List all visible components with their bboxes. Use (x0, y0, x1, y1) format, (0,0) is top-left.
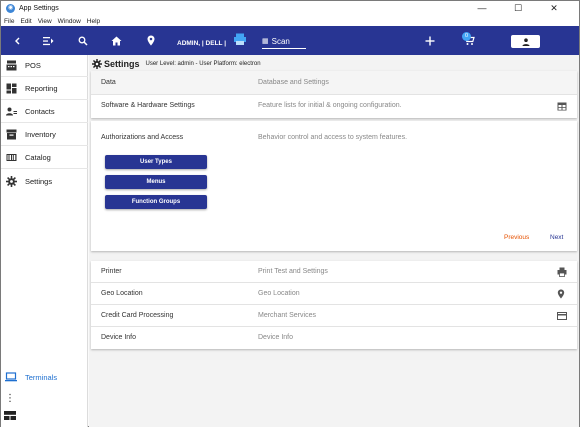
credit-card-desc: Merchant Services (258, 312, 316, 319)
app-icon: ◉ (6, 4, 15, 13)
cart-button[interactable] (457, 26, 481, 55)
user-platform-info: User Level: admin - User Platform: elect… (145, 61, 261, 67)
catalog-icon (5, 152, 17, 164)
settings-top-card: Data Database and Settings Software & Ha… (91, 71, 577, 118)
scan-field[interactable]: ▦ (262, 34, 306, 49)
software-hardware-row[interactable]: Software & Hardware Settings Feature lis… (91, 95, 577, 118)
barcode-icon: ▦ (262, 38, 269, 45)
next-button[interactable]: Next (550, 234, 563, 241)
sidebar-item-label: Contacts (25, 107, 55, 116)
sidebar-item-label: Catalog (25, 153, 51, 162)
printer-desc: Print Test and Settings (258, 268, 328, 275)
home-button[interactable] (104, 26, 128, 55)
window-title: App Settings (19, 5, 59, 12)
close-button[interactable]: ✕ (541, 1, 567, 16)
sidebar-item-label: Settings (25, 176, 53, 186)
menu-bar: File Edit View Window Help (1, 16, 579, 26)
sidebar-item-terminals[interactable]: Terminals (1, 366, 88, 388)
user-label: ADMIN, | DELL | (177, 40, 227, 47)
receipt-printer-button[interactable] (233, 33, 247, 46)
search-button[interactable] (71, 26, 95, 55)
printer-label: Printer (101, 268, 122, 275)
header-database-label: Database and Settings (258, 79, 329, 86)
plus-icon (425, 36, 435, 45)
view-agenda-icon (4, 411, 16, 420)
add-button[interactable] (418, 26, 442, 55)
sidebar-item-pos[interactable]: POS (1, 55, 88, 77)
header-data-label: Data (101, 79, 116, 86)
location-pin-icon (557, 289, 567, 299)
scan-input[interactable] (271, 36, 302, 46)
app-bar: ADMIN, | DELL | ▦ 0 (1, 26, 579, 55)
sidebar-item-label: Reporting (25, 84, 58, 93)
sidebar-item-contacts[interactable]: Contacts (1, 101, 88, 123)
settings-window-icon (557, 102, 567, 112)
menu-open-icon (43, 36, 54, 45)
sidebar: POS Reporting Contacts Inventory Catalog… (1, 55, 88, 427)
view-toggle-button[interactable] (4, 411, 16, 420)
device-info-desc: Device Info (258, 334, 294, 341)
chevron-left-icon (15, 37, 20, 44)
location-pin-icon (147, 35, 155, 46)
contacts-icon (5, 106, 17, 118)
software-hardware-desc: Feature lists for initial & ongoing conf… (258, 102, 402, 109)
credit-card-row[interactable]: Credit Card Processing Merchant Services (91, 305, 577, 327)
more-vert-icon[interactable]: ⋮ (5, 393, 15, 405)
sidebar-item-label: POS (25, 61, 41, 70)
sidebar-item-label: Terminals (25, 372, 58, 382)
gear-icon (92, 59, 102, 69)
menu-edit[interactable]: Edit (20, 18, 31, 25)
minimize-button[interactable]: — (469, 1, 495, 16)
sidebar-item-reporting[interactable]: Reporting (1, 78, 88, 100)
sidebar-item-settings[interactable]: Settings (1, 170, 88, 192)
menu-file[interactable]: File (4, 18, 14, 25)
title-bar: ◉ App Settings — ☐ ✕ (1, 1, 579, 16)
authorizations-label: Authorizations and Access (101, 134, 184, 141)
settings-header: Settings User Level: admin - User Platfo… (92, 59, 261, 69)
back-button[interactable] (5, 26, 29, 55)
geo-location-row[interactable]: Geo Location Geo Location (91, 283, 577, 305)
printer-icon (557, 267, 567, 277)
function-groups-button[interactable]: Function Groups (105, 195, 207, 209)
page-title: Settings (104, 59, 140, 69)
sidebar-item-label: Inventory (25, 130, 56, 139)
person-icon (522, 37, 529, 46)
account-button[interactable] (511, 35, 540, 48)
settings-bottom-card: Printer Print Test and Settings Geo Loca… (91, 261, 577, 349)
inventory-icon (5, 129, 17, 141)
software-hardware-label: Software & Hardware Settings (101, 102, 195, 109)
menu-window[interactable]: Window (58, 18, 81, 25)
authorizations-desc: Behavior control and access to system fe… (258, 134, 408, 141)
home-icon (111, 36, 121, 45)
laptop-icon (5, 371, 17, 383)
menu-view[interactable]: View (38, 18, 52, 25)
device-info-label: Device Info (101, 334, 137, 341)
sidebar-item-catalog[interactable]: Catalog (1, 147, 88, 169)
table-header-row: Data Database and Settings (91, 71, 577, 95)
menus-button[interactable]: Menus (105, 175, 207, 189)
authorizations-card: Authorizations and Access Behavior contr… (91, 121, 577, 251)
app-window: ◉ App Settings — ☐ ✕ File Edit View Wind… (0, 0, 580, 427)
dashboard-icon (5, 83, 17, 95)
menu-help[interactable]: Help (87, 18, 100, 25)
user-types-button[interactable]: User Types (105, 155, 207, 169)
pos-icon (5, 60, 17, 72)
gear-icon (5, 175, 17, 187)
previous-button[interactable]: Previous (504, 234, 529, 241)
search-icon (78, 36, 88, 46)
location-button[interactable] (139, 26, 163, 55)
sidebar-item-inventory[interactable]: Inventory (1, 124, 88, 146)
credit-card-label: Credit Card Processing (101, 312, 174, 319)
maximize-button[interactable]: ☐ (505, 1, 531, 16)
printer-row[interactable]: Printer Print Test and Settings (91, 261, 577, 283)
geo-location-desc: Geo Location (258, 290, 300, 297)
menu-collapse-button[interactable] (37, 26, 61, 55)
main-content: Settings User Level: admin - User Platfo… (89, 55, 579, 427)
credit-card-icon (557, 312, 567, 322)
geo-location-label: Geo Location (101, 290, 143, 297)
cart-count-badge: 0 (462, 32, 471, 41)
device-info-row[interactable]: Device Info Device Info (91, 327, 577, 349)
receipt-printer-icon (234, 33, 246, 45)
